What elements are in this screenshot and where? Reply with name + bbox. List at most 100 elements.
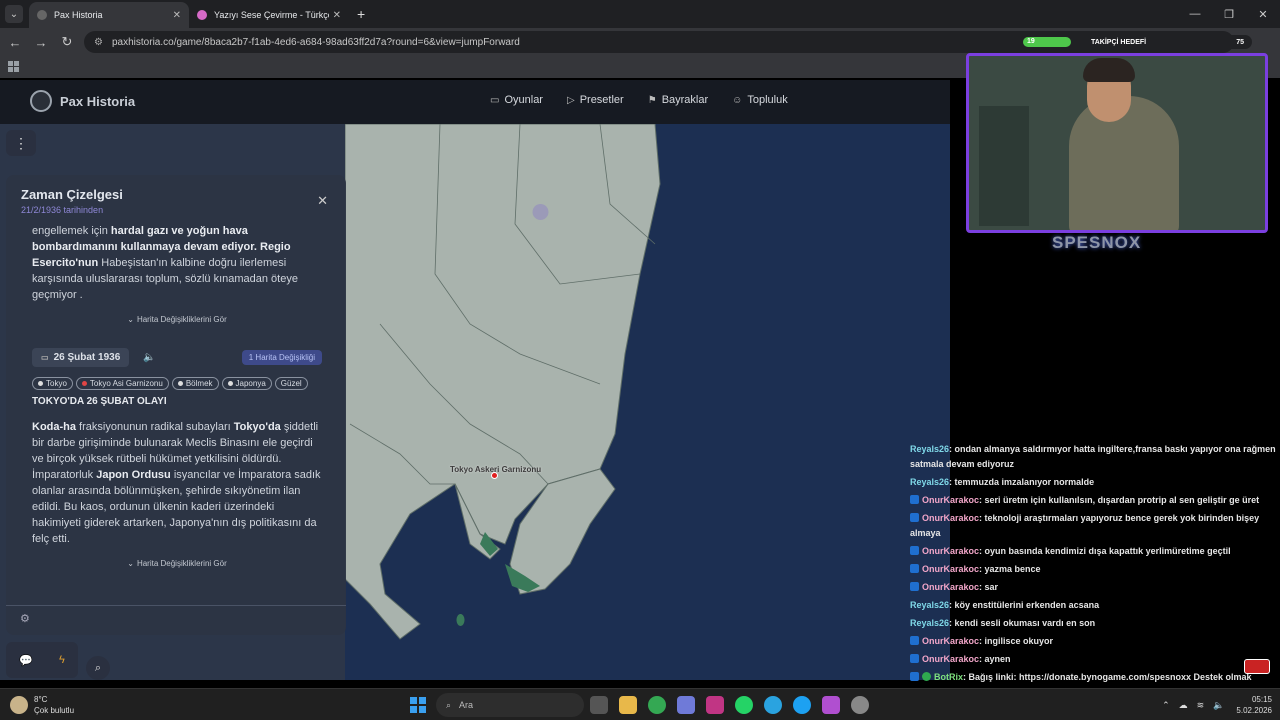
chat-text: : köy enstitülerini erkenden acsana: [949, 599, 1100, 610]
tag-japan[interactable]: Japonya: [221, 377, 272, 390]
nav-label: Presetler: [579, 94, 624, 106]
nav-label: Oyunlar: [504, 94, 543, 106]
timeline-scroll[interactable]: engellemek için hardal gazı ve yoğun hav…: [32, 223, 322, 603]
game-menu-button[interactable]: ⋮: [6, 130, 36, 156]
screen: ⌄ Pax Historia ✕ Yazıyı Sese Çevirme - T…: [0, 0, 1280, 720]
forward-icon[interactable]: →: [30, 31, 52, 53]
cloud-tray-icon[interactable]: ☁: [1179, 700, 1188, 711]
chat-username[interactable]: OnurKarakoc: [922, 582, 979, 592]
chevron-down-icon: ⌄: [127, 559, 134, 568]
nav-games[interactable]: ▭ Oyunlar: [490, 94, 543, 106]
whatsapp-icon[interactable]: [735, 696, 753, 714]
chevron-up-icon[interactable]: ⌃: [1162, 700, 1170, 711]
tab-search-button[interactable]: ⌄: [5, 5, 23, 23]
close-tab-icon[interactable]: ✕: [333, 10, 341, 21]
restore-icon[interactable]: ❐: [1212, 0, 1246, 28]
chat-username[interactable]: OnurKarakoc: [922, 546, 979, 556]
tag-tokyo[interactable]: Tokyo: [32, 377, 73, 390]
taskbar-clock[interactable]: 05:15 5.02.2026: [1236, 694, 1272, 716]
text-run-bold: Tokyo'da: [233, 421, 281, 433]
chrome-icon[interactable]: [648, 696, 666, 714]
minimize-icon[interactable]: —: [1178, 0, 1212, 28]
settings-icon[interactable]: ⚙: [20, 612, 30, 625]
see-map-changes-link[interactable]: ⌄ Harita Değişikliklerini Gör: [32, 559, 322, 568]
chat-username[interactable]: Reyals26: [910, 618, 949, 628]
chat-message: Reyals26: temmuzda imzalanıyor normalde: [906, 473, 1280, 491]
window-controls: — ❐ ✕: [1178, 0, 1280, 28]
weather-widget[interactable]: 8°C Çok bulutlu: [10, 694, 74, 716]
instagram-icon[interactable]: [706, 696, 724, 714]
obs-icon[interactable]: [851, 696, 869, 714]
event-date-chip: ▭ 26 Şubat 1936: [32, 348, 130, 367]
event-tags: Tokyo Tokyo Asi Garnizonu Bölmek Japonya…: [32, 377, 322, 390]
tts-favicon-icon: [197, 10, 207, 20]
tab-title: Pax Historia: [54, 10, 103, 20]
calendar-icon: ▭: [41, 353, 49, 362]
subscriber-badge-icon: [910, 653, 919, 663]
site-logo[interactable]: Pax Historia: [30, 90, 135, 112]
chat-username[interactable]: OnurKarakoc: [922, 636, 979, 646]
back-icon[interactable]: ←: [4, 31, 26, 53]
chat-username[interactable]: OnurKarakoc: [922, 495, 979, 505]
chat-message: Reyals26: köy enstitülerini erkenden acs…: [906, 596, 1280, 614]
chat-message: Reyals26: kendi sesli okuması vardı en s…: [906, 614, 1280, 632]
tab-title: Yazıyı Sese Çevirme - Türkçe: [214, 10, 329, 20]
chat-username[interactable]: OnurKarakoc: [922, 564, 979, 574]
site-info-icon[interactable]: ⚙: [94, 37, 106, 48]
tag-label: Bölmek: [185, 379, 213, 388]
tag-dot: [38, 381, 43, 386]
tag-garrison[interactable]: Tokyo Asi Garnizonu: [75, 377, 169, 390]
file-explorer-icon[interactable]: [619, 696, 637, 714]
tag-label: Güzel: [280, 379, 302, 388]
start-icon[interactable]: [410, 697, 426, 713]
browser-tab-bar: ⌄ Pax Historia ✕ Yazıyı Sese Çevirme - T…: [0, 0, 1280, 28]
speaker-icon[interactable]: 🔈: [143, 352, 155, 363]
tag-split[interactable]: Bölmek: [171, 377, 219, 390]
task-view-icon[interactable]: [590, 696, 608, 714]
chat-text: : seri üretm için kullanılsın, dışardan …: [979, 494, 1260, 505]
taskbar-search[interactable]: ⌕ Ara: [436, 693, 584, 717]
telegram-icon[interactable]: [764, 696, 782, 714]
chat-username[interactable]: OnurKarakoc: [922, 513, 979, 523]
nav-flags[interactable]: ⚑ Bayraklar: [648, 94, 708, 106]
text-run: fraksiyonunun radikal subayları: [76, 421, 234, 433]
wifi-icon[interactable]: ≋: [1197, 700, 1205, 711]
apps-grid-icon[interactable]: [8, 61, 19, 72]
close-tab-icon[interactable]: ✕: [173, 10, 181, 21]
close-window-icon[interactable]: ✕: [1246, 0, 1280, 28]
chat-username[interactable]: Reyals26: [910, 477, 949, 487]
chat-username[interactable]: BotRix: [934, 672, 963, 682]
city-marker[interactable]: [491, 472, 498, 479]
chat-username[interactable]: OnurKarakoc: [922, 654, 979, 664]
chat-message: OnurKarakoc: aynen: [906, 650, 1280, 668]
globe-favicon-icon: [37, 10, 47, 20]
text-run: engellemek için: [32, 225, 111, 237]
edge-icon[interactable]: [793, 696, 811, 714]
volume-icon[interactable]: 🔈: [1213, 700, 1224, 711]
tab-tts[interactable]: Yazıyı Sese Çevirme - Türkçe ✕: [189, 2, 349, 28]
close-icon[interactable]: ✕: [317, 193, 328, 209]
photos-icon[interactable]: [822, 696, 840, 714]
map-change-badge[interactable]: 1 Harita Değişikliği: [241, 350, 322, 365]
map-search-button[interactable]: ⌕: [86, 656, 110, 680]
vpn-icon[interactable]: [677, 696, 695, 714]
subscriber-badge-icon: [910, 545, 919, 555]
tag-nice[interactable]: Güzel: [274, 377, 308, 390]
windows-taskbar: 8°C Çok bulutlu ⌕ Ara ⌃ ☁ ≋ 🔈 05:15 5.02.20…: [0, 688, 1280, 720]
tag-label: Tokyo Asi Garnizonu: [89, 379, 163, 388]
chat-username[interactable]: Reyals26: [910, 600, 949, 610]
chat-username[interactable]: Reyals26: [910, 444, 949, 454]
nav-community[interactable]: ☺ Topluluk: [732, 94, 788, 106]
chat-bubble-icon[interactable]: 💬: [19, 654, 33, 667]
see-map-changes-link[interactable]: ⌄ Harita Değişikliklerini Gör: [32, 315, 322, 324]
moderator-badge-icon: [910, 671, 919, 681]
tag-dot: [177, 381, 183, 386]
search-icon: ⌕: [446, 699, 452, 710]
new-tab-icon[interactable]: +: [357, 6, 365, 22]
system-tray: ⌃ ☁ ≋ 🔈 05:15 5.02.2026: [1153, 694, 1272, 716]
tab-pax-historia[interactable]: Pax Historia ✕: [29, 2, 189, 28]
reload-icon[interactable]: ↻: [56, 31, 78, 53]
nav-presets[interactable]: ▷ Presetler: [567, 94, 624, 106]
text-run-bold: Japon Ordusu: [96, 469, 171, 481]
lightning-icon[interactable]: ϟ: [59, 654, 65, 666]
